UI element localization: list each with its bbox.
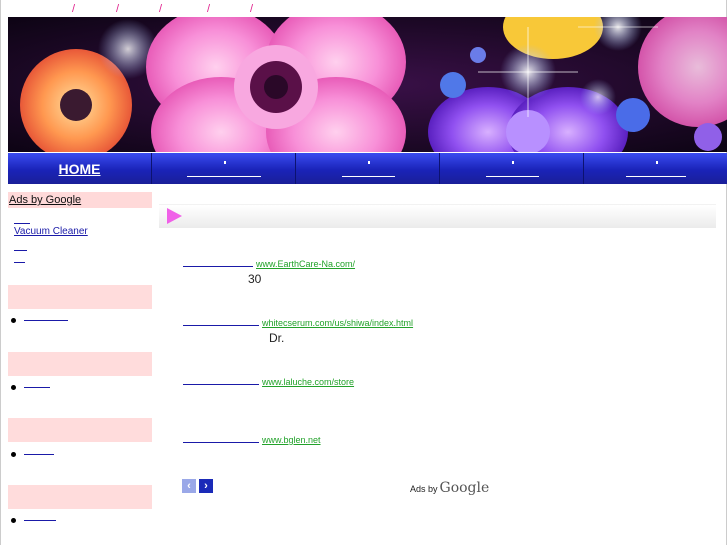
nav-item-dot (224, 161, 226, 164)
ad-item[interactable]: www.EarthCare-Na.com/ (183, 259, 355, 269)
sidebar-section-box (8, 285, 152, 309)
page: / / / / / HOME Ads by Google Vacuum Clea… (0, 0, 727, 545)
nav-item-5[interactable] (584, 153, 727, 184)
sidebar-section-box (8, 485, 152, 509)
play-triangle-icon (167, 208, 182, 224)
nav-item-dot (512, 161, 514, 164)
sidebar-ads-heading: Ads by Google (8, 192, 152, 208)
nav-item-underline (342, 176, 395, 177)
breadcrumb-separator: / (116, 3, 120, 15)
ad-item[interactable]: whitecserum.com/us/shiwa/index.html (183, 318, 413, 328)
nav-item-dot (368, 161, 370, 164)
nav-item-4[interactable] (440, 153, 584, 184)
sidebar-list-link[interactable] (24, 320, 68, 321)
chevron-right-icon[interactable]: › (199, 479, 213, 493)
flower-banner (8, 17, 727, 152)
breadcrumb-separator: / (250, 3, 254, 15)
ads-by-label: Ads by (410, 484, 438, 494)
google-logo: Google (439, 480, 490, 496)
nav-item-3[interactable] (296, 153, 440, 184)
ad-url[interactable]: www.EarthCare-Na.com/ (256, 259, 355, 269)
bullet-icon (11, 318, 16, 323)
ad-url[interactable]: whitecserum.com/us/shiwa/index.html (262, 318, 413, 328)
breadcrumb-separator: / (207, 3, 211, 15)
main-nav: HOME (8, 153, 727, 184)
sidebar-section-box (8, 418, 152, 442)
ad-item[interactable]: www.laluche.com/store (183, 377, 354, 387)
ad-title-link[interactable] (183, 266, 253, 267)
sidebar-list-item[interactable] (11, 385, 50, 390)
ads-by-google-link[interactable]: Ads by Google (9, 194, 81, 206)
nav-home[interactable]: HOME (8, 153, 152, 184)
ad-title-link[interactable] (183, 442, 259, 443)
bullet-icon (11, 452, 16, 457)
ad-description: 30 (248, 272, 262, 286)
sidebar-ad-link-vacuum[interactable]: Vacuum Cleaner (14, 226, 152, 239)
nav-item-dot (656, 161, 658, 164)
bullet-icon (11, 385, 16, 390)
nav-item-2[interactable] (152, 153, 296, 184)
sidebar-ad-link-stub[interactable] (14, 239, 27, 251)
chevron-left-icon[interactable]: ‹ (182, 479, 196, 493)
breadcrumb-separator: / (159, 3, 163, 15)
ad-title-link[interactable] (183, 325, 259, 326)
nav-item-underline (626, 176, 686, 177)
sidebar-section-box (8, 352, 152, 376)
sidebar-list-link[interactable] (24, 387, 50, 388)
bullet-icon (11, 518, 16, 523)
sidebar-list-item[interactable] (11, 318, 68, 323)
sidebar-ad-link-stub[interactable] (14, 212, 30, 224)
top-breadcrumb: / / / / / (8, 0, 727, 17)
sidebar-list-item[interactable] (11, 452, 54, 457)
ad-url[interactable]: www.bglen.net (262, 435, 321, 445)
nav-item-underline (486, 176, 539, 177)
sidebar-list-link[interactable] (24, 520, 56, 521)
ads-by-google-badge[interactable]: Ads by Google (410, 480, 489, 496)
flower-banner-image (8, 17, 727, 152)
section-header (159, 204, 716, 228)
sidebar-ad-links: Vacuum Cleaner (8, 212, 152, 263)
nav-item-underline (187, 176, 261, 177)
ad-description: Dr. (269, 331, 285, 345)
sidebar-list-item[interactable] (11, 518, 56, 523)
ad-item[interactable]: www.bglen.net (183, 435, 321, 445)
sidebar-list-link[interactable] (24, 454, 54, 455)
sidebar-ad-link-stub[interactable] (14, 251, 25, 263)
sidebar: Ads by Google Vacuum Cleaner (8, 192, 152, 523)
breadcrumb-separator: / (72, 3, 76, 15)
ad-title-link[interactable] (183, 384, 259, 385)
ad-url[interactable]: www.laluche.com/store (262, 377, 354, 387)
ad-pager: ‹ › (182, 479, 213, 493)
